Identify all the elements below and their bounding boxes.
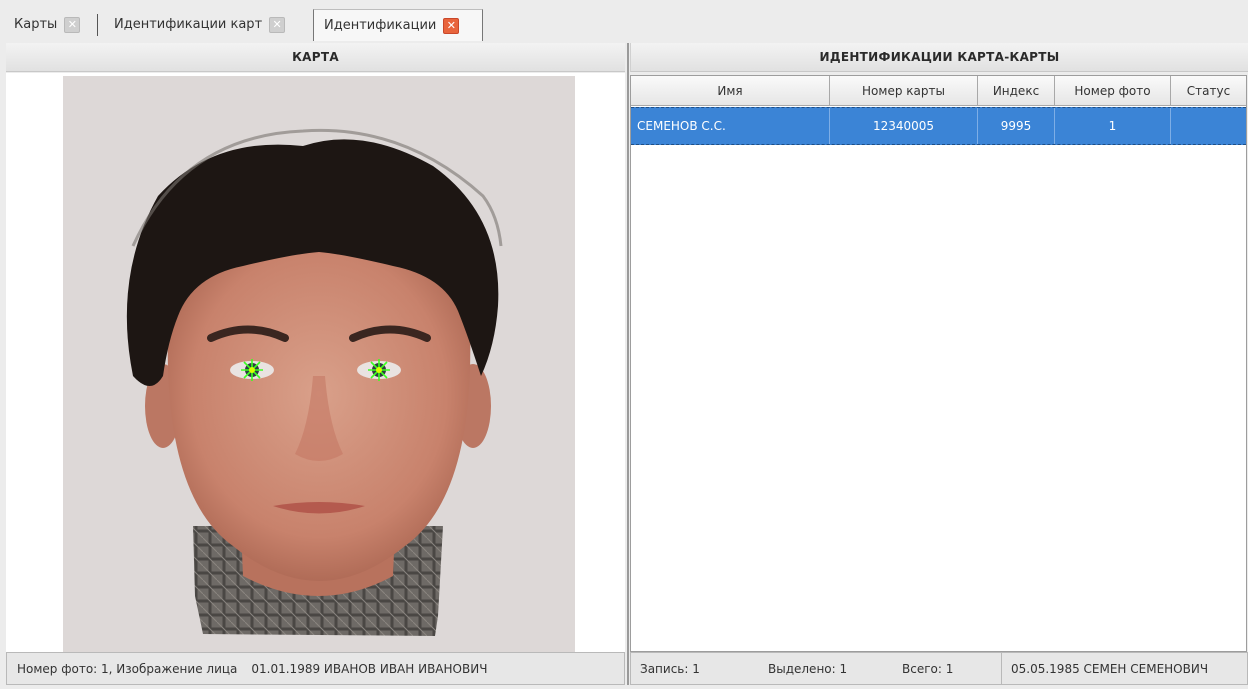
column-header-name[interactable]: Имя bbox=[631, 76, 830, 106]
close-icon[interactable]: ✕ bbox=[269, 16, 286, 33]
identifications-status-bar: Запись: 1 Выделено: 1 Всего: 1 05.05.198… bbox=[630, 652, 1248, 685]
tab-bar: Карты ✕ Идентификации карт ✕ Идентификац… bbox=[0, 0, 1248, 41]
card-holder: 01.01.1989 ИВАНОВ ИВАН ИВАНОВИЧ bbox=[251, 661, 488, 676]
left-eye-marker-icon[interactable] bbox=[240, 358, 264, 382]
face-photo[interactable] bbox=[63, 76, 575, 652]
cell-index: 9995 bbox=[978, 108, 1055, 144]
status-divider bbox=[1001, 653, 1002, 684]
cell-photo-number: 1 bbox=[1055, 108, 1171, 144]
photo-viewer[interactable] bbox=[6, 73, 625, 652]
tab-identifications[interactable]: Идентификации ✕ bbox=[313, 9, 483, 41]
table-row[interactable]: СЕМЕНОВ С.С. 12340005 9995 1 bbox=[631, 107, 1246, 145]
card-status-bar: Номер фото: 1, Изображение лица 01.01.19… bbox=[6, 652, 625, 685]
photo-info: Номер фото: 1, Изображение лица bbox=[17, 661, 238, 676]
tab-card-identifications[interactable]: Идентификации карт ✕ bbox=[104, 9, 286, 40]
column-header-status[interactable]: Статус bbox=[1171, 76, 1246, 106]
tab-label: Идентификации карт bbox=[114, 17, 263, 32]
column-header-card-number[interactable]: Номер карты bbox=[830, 76, 978, 106]
identifications-table: Имя Номер карты Индекс Номер фото Статус… bbox=[630, 75, 1247, 652]
card-panel-title: КАРТА bbox=[6, 43, 625, 72]
identifications-panel: ИДЕНТИФИКАЦИИ КАРТА-КАРТЫ Имя Номер карт… bbox=[630, 43, 1248, 685]
close-icon[interactable]: ✕ bbox=[64, 16, 81, 33]
panel-splitter[interactable] bbox=[627, 43, 629, 685]
identifications-panel-title: ИДЕНТИФИКАЦИИ КАРТА-КАРТЫ bbox=[630, 43, 1248, 72]
close-icon[interactable]: ✕ bbox=[443, 17, 460, 34]
tab-divider bbox=[97, 14, 98, 36]
total-count: Всего: 1 bbox=[902, 662, 954, 676]
tab-label: Карты bbox=[14, 17, 58, 32]
column-header-index[interactable]: Индекс bbox=[978, 76, 1055, 106]
record-count: Запись: 1 bbox=[640, 662, 700, 676]
selected-count: Выделено: 1 bbox=[768, 662, 848, 676]
face-illustration bbox=[126, 128, 503, 636]
cell-card-number: 12340005 bbox=[830, 108, 978, 144]
card-panel: КАРТА Номер фото: 1, Изображение лица 01… bbox=[6, 43, 625, 685]
right-eye-marker-icon[interactable] bbox=[367, 358, 391, 382]
match-holder: 05.05.1985 СЕМЕН СЕМЕНОВИЧ bbox=[1011, 662, 1209, 676]
column-header-photo-number[interactable]: Номер фото bbox=[1055, 76, 1171, 106]
table-header: Имя Номер карты Индекс Номер фото Статус bbox=[631, 76, 1246, 106]
cell-name: СЕМЕНОВ С.С. bbox=[631, 108, 830, 144]
tab-label: Идентификации bbox=[324, 18, 437, 33]
tab-cards[interactable]: Карты ✕ bbox=[4, 9, 81, 40]
cell-status bbox=[1171, 108, 1246, 144]
